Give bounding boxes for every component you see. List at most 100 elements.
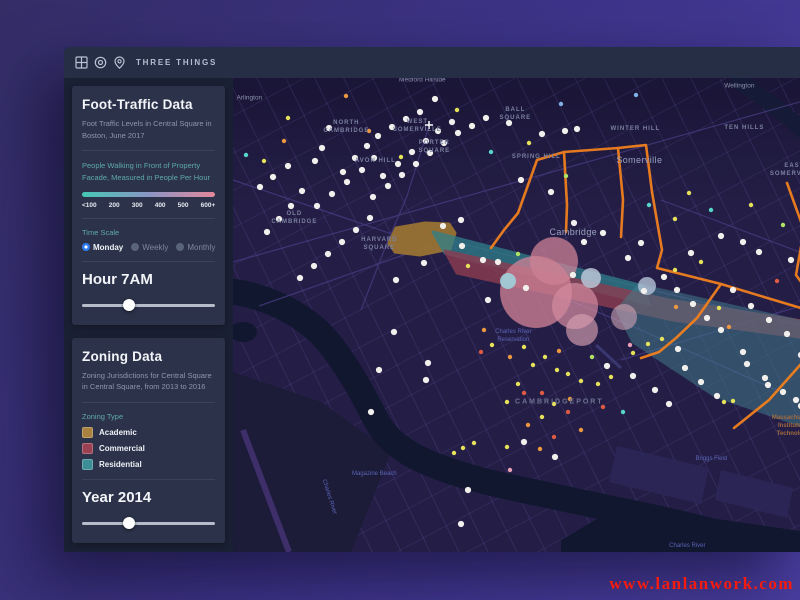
traffic-dot (730, 287, 736, 293)
foot-traffic-title: Foot-Traffic Data (82, 97, 215, 112)
traffic-dot (682, 365, 688, 371)
traffic-dot (555, 368, 559, 372)
traffic-dot (526, 423, 530, 427)
year-slider-track[interactable] (82, 522, 215, 525)
year-label: Year 2014 (82, 489, 215, 506)
traffic-dot (722, 400, 726, 404)
hour-slider-thumb[interactable] (123, 299, 135, 311)
traffic-dot (376, 367, 382, 373)
traffic-dot (566, 372, 570, 376)
traffic-dot (717, 306, 721, 310)
traffic-dot (505, 445, 509, 449)
traffic-dot (455, 130, 461, 136)
traffic-dot (311, 263, 317, 269)
traffic-dot (495, 259, 501, 265)
time-option-monday[interactable]: Monday (82, 243, 123, 252)
traffic-dot (399, 155, 403, 159)
traffic-dot (244, 153, 248, 157)
traffic-dot (367, 215, 373, 221)
traffic-dot (427, 150, 433, 156)
hour-slider-track[interactable] (82, 304, 215, 307)
traffic-dot (531, 363, 535, 367)
traffic-dot (666, 401, 672, 407)
traffic-dot (780, 389, 786, 395)
traffic-dot (423, 138, 429, 144)
traffic-dot (579, 428, 583, 432)
traffic-dot (552, 435, 556, 439)
grid-icon[interactable] (74, 56, 88, 70)
traffic-dot (552, 402, 556, 406)
traffic-dot (552, 454, 558, 460)
traffic-dot (748, 303, 754, 309)
traffic-dot (459, 243, 465, 249)
traffic-bubble (611, 304, 637, 330)
traffic-dot (359, 167, 365, 173)
traffic-dot (326, 125, 332, 131)
traffic-dot (596, 382, 600, 386)
traffic-dot (690, 301, 696, 307)
divider (82, 218, 215, 219)
traffic-dot (570, 272, 576, 278)
traffic-gradient-legend (82, 192, 215, 197)
traffic-dot (521, 439, 527, 445)
traffic-dot (714, 393, 720, 399)
year-slider[interactable] (82, 517, 215, 529)
traffic-dot (559, 102, 563, 106)
traffic-dot (571, 220, 577, 226)
traffic-dot (673, 217, 677, 221)
app-header: THREE THINGS (64, 47, 800, 78)
traffic-dot (472, 441, 476, 445)
traffic-dot (264, 229, 270, 235)
traffic-dot (516, 252, 520, 256)
pond (233, 322, 257, 342)
traffic-dot (319, 145, 325, 151)
traffic-dot (458, 217, 464, 223)
traffic-dot (329, 191, 335, 197)
traffic-dot (784, 331, 790, 337)
traffic-dot (522, 345, 526, 349)
traffic-dot (579, 379, 583, 383)
traffic-dot (709, 208, 713, 212)
radio-label: Monthly (187, 243, 215, 252)
traffic-dot (543, 355, 547, 359)
traffic-dot (286, 116, 290, 120)
traffic-dot (340, 169, 346, 175)
cross-markers-layer (425, 121, 433, 129)
traffic-dot (490, 343, 494, 347)
traffic-dot (506, 120, 512, 126)
traffic-dot (312, 158, 318, 164)
time-option-weekly[interactable]: Weekly (131, 243, 168, 252)
hour-slider[interactable] (82, 299, 215, 311)
traffic-dot (518, 177, 524, 183)
traffic-dot (765, 382, 771, 388)
traffic-dot (371, 155, 377, 161)
traffic-dot (325, 251, 331, 257)
traffic-dot (744, 361, 750, 367)
zone-residential-east (617, 285, 800, 432)
radio-label: Weekly (142, 243, 168, 252)
traffic-dot (441, 140, 447, 146)
target-icon[interactable] (93, 56, 107, 70)
traffic-dot (661, 274, 667, 280)
traffic-dot (788, 257, 794, 263)
scale-label: 300 (132, 202, 143, 209)
zoning-type-label: Academic (99, 428, 137, 437)
traffic-dot (380, 173, 386, 179)
time-option-monthly[interactable]: Monthly (176, 243, 215, 252)
map-canvas[interactable]: Medford HillsideArlingtonWellingtonNORTH… (233, 78, 800, 552)
traffic-dot (483, 115, 489, 121)
traffic-dot (538, 447, 542, 451)
traffic-dot (505, 400, 509, 404)
traffic-dot (409, 149, 415, 155)
zoning-title: Zoning Data (82, 349, 215, 364)
year-slider-thumb[interactable] (123, 517, 135, 529)
traffic-dot (353, 227, 359, 233)
traffic-dot (674, 305, 678, 309)
traffic-dot (375, 133, 381, 139)
location-pin-icon[interactable] (112, 56, 126, 70)
traffic-dot (516, 382, 520, 386)
traffic-dot (590, 355, 594, 359)
traffic-dot (600, 230, 606, 236)
traffic-dot (568, 397, 572, 401)
traffic-dot (403, 116, 409, 122)
